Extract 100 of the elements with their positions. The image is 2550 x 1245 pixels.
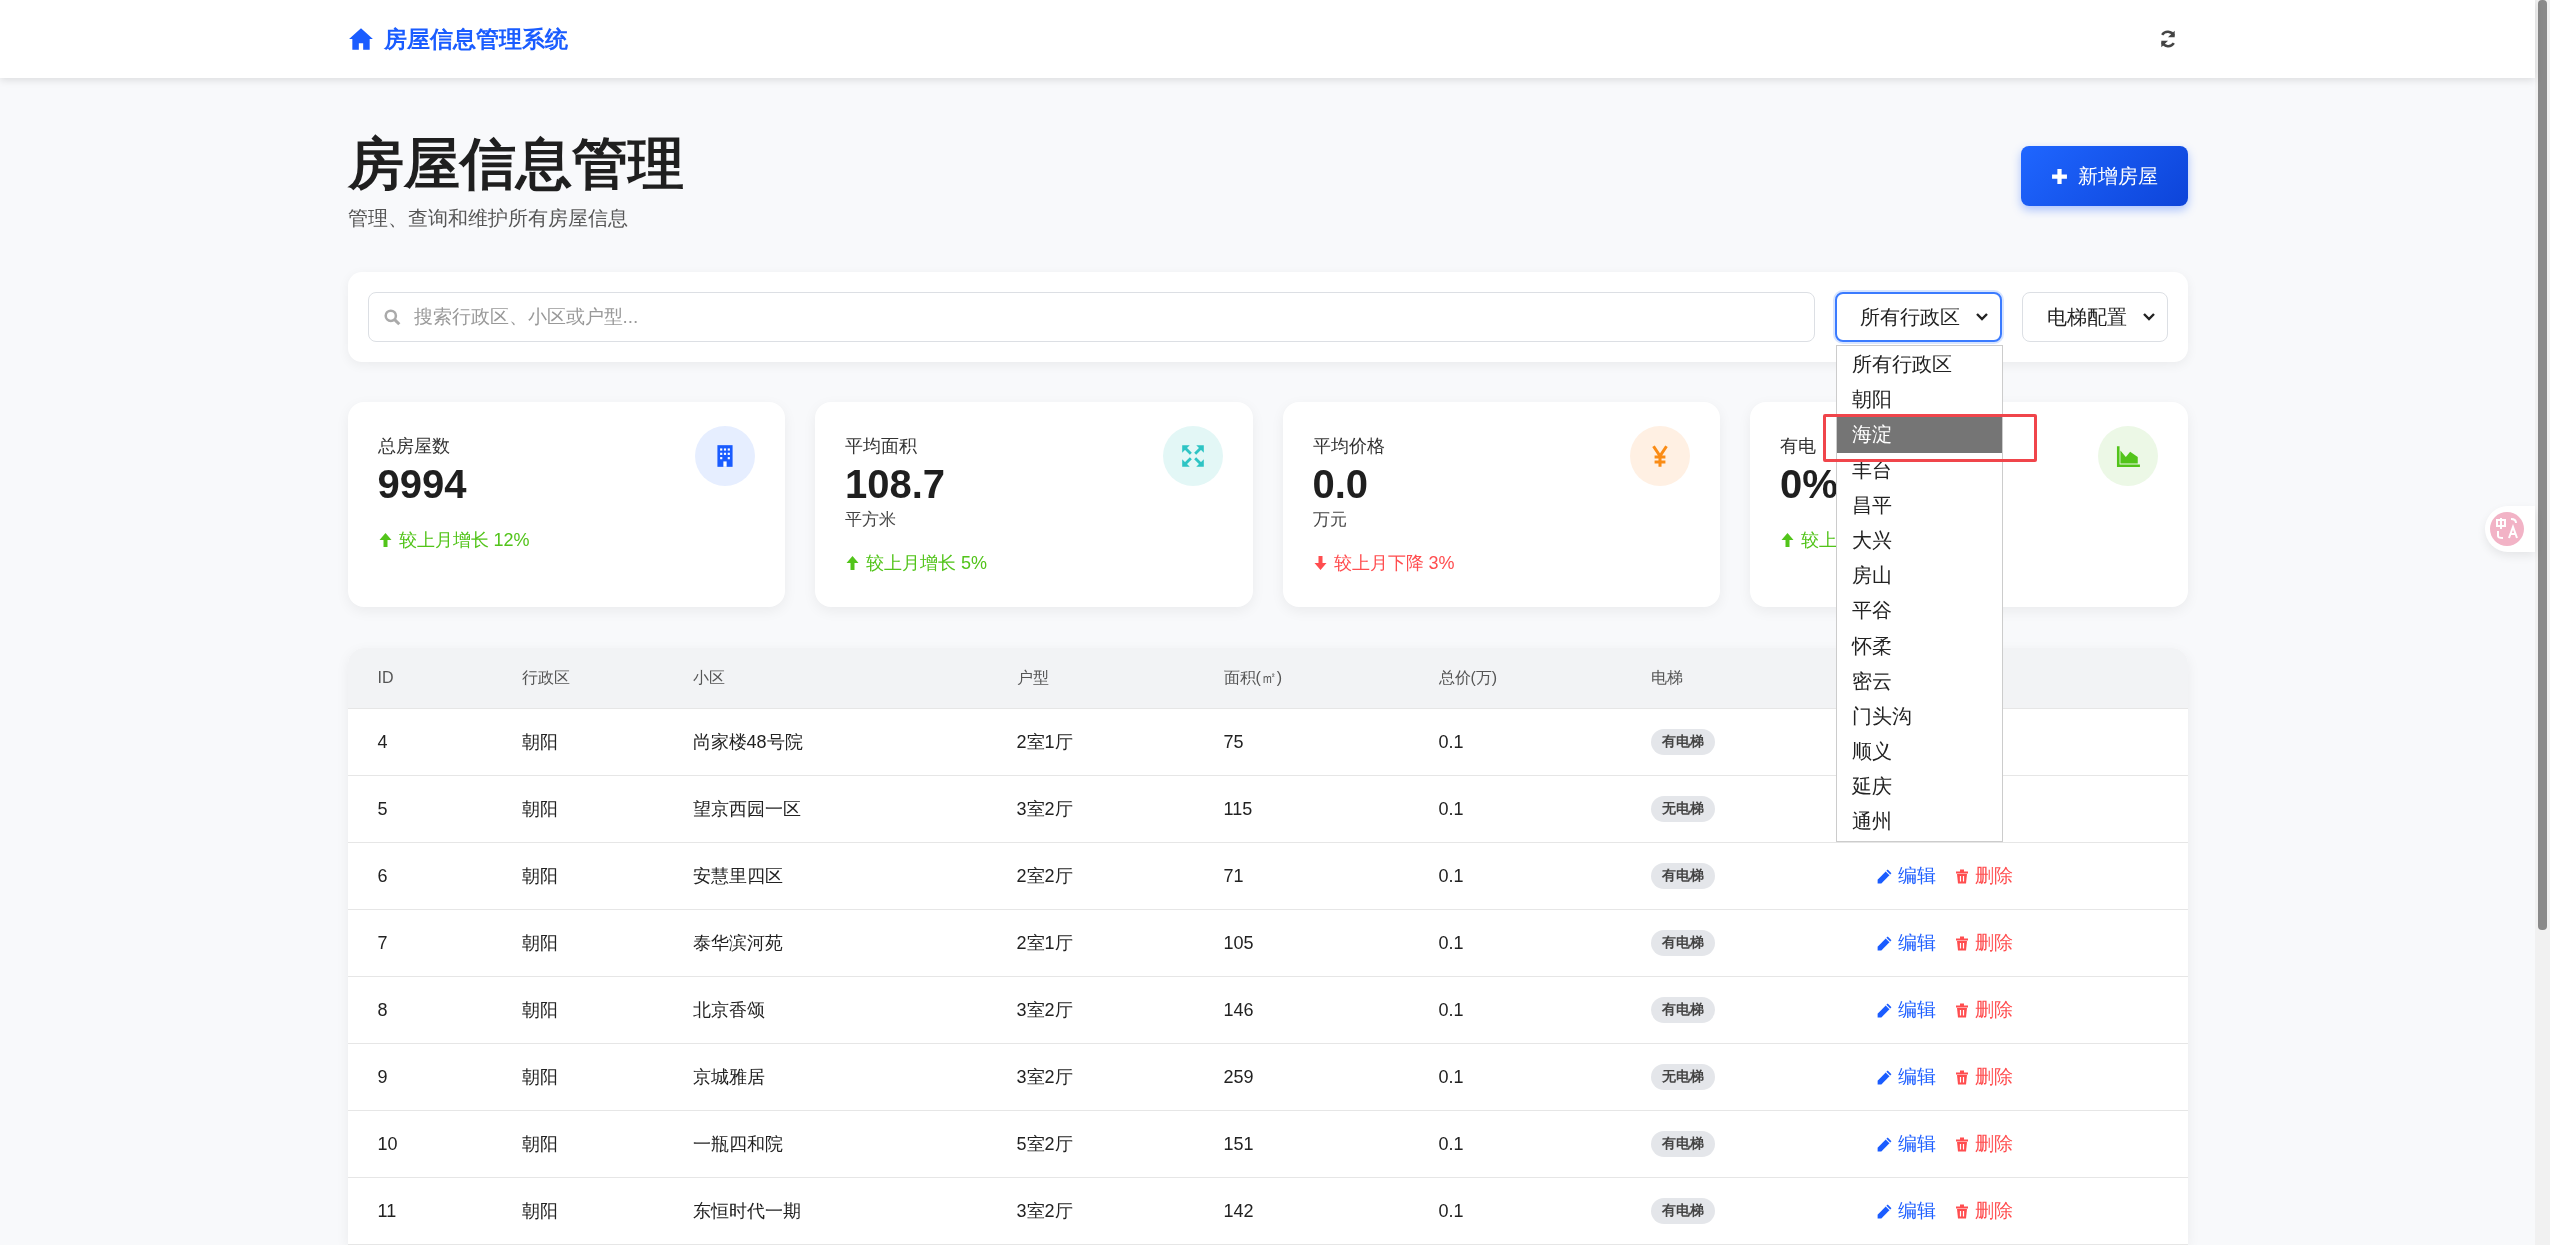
stat-value: 108.7 [845,461,947,508]
column-header: 面积(㎡) [1222,667,1284,688]
trash-icon [1953,1202,1970,1220]
elevator-select[interactable]: 电梯配置 [2021,292,2168,342]
dropdown-option[interactable]: 延庆 [1836,769,2002,805]
pencil-icon [1875,1068,1893,1086]
table-cell-text: 0.1 [1437,1200,1465,1222]
dropdown-option[interactable]: 丰台 [1836,452,2002,488]
search-field[interactable]: 搜索行政区、小区或户型... [367,292,1815,342]
table-cell-text: 75 [1222,731,1245,753]
pencil-icon [1875,1001,1893,1019]
district-select[interactable]: 所有行政区 [1834,292,2002,342]
dropdown-option[interactable]: 朝阳 [1836,382,2002,418]
stat-unit: 平方米 [845,509,897,531]
table-cell-text: 6 [376,865,389,887]
elevator-tag: 有电梯 [1650,729,1715,755]
pencil-icon [1875,1202,1893,1220]
trash-icon [1953,1001,1970,1019]
dropdown-option[interactable]: 海淀 [1836,417,2002,453]
edit-link[interactable]: 编辑 [1875,997,1936,1023]
stat-label: 有电 [1780,435,1817,458]
table-cell-text: 5 [376,798,389,820]
table-cell-text: 东恒时代一期 [691,1200,802,1223]
edit-link[interactable]: 编辑 [1875,930,1936,956]
stat-label: 平均面积 [845,435,918,458]
stat-unit: 万元 [1312,509,1348,531]
add-house-button[interactable]: 新增房屋 [2020,146,2188,206]
elevator-tag: 无电梯 [1650,1064,1715,1090]
table-cell-text: 0.1 [1437,865,1465,887]
table-cell-text: 3室2厅 [1015,999,1074,1022]
column-header: 电梯 [1649,667,1684,688]
table-cell-text: 0.1 [1437,731,1465,753]
elevator-tag: 有电梯 [1650,1131,1715,1157]
table-cell-text: 望京西园一区 [691,798,802,821]
dropdown-option[interactable]: 平谷 [1836,593,2002,629]
elevator-tag: 有电梯 [1650,1198,1715,1224]
pencil-icon [1875,934,1893,952]
chevron-down-icon [2142,313,2155,321]
trend-text: 较上月增长 5% [866,552,988,575]
table-cell-text: 朝阳 [520,865,559,888]
dropdown-option[interactable]: 顺义 [1836,734,2002,770]
edit-link[interactable]: 编辑 [1875,1064,1936,1090]
table-cell-text: 11 [376,1200,398,1222]
table-cell-text: 0.1 [1437,798,1465,820]
dropdown-option[interactable]: 所有行政区 [1836,347,2002,383]
table-cell-text: 朝阳 [520,999,559,1022]
table-cell-text: 2室1厅 [1015,731,1074,754]
table-cell-text: 115 [1222,798,1254,820]
dropdown-option[interactable]: 密云 [1836,663,2002,699]
dropdown-option[interactable]: 通州 [1836,804,2002,840]
brand-link[interactable]: 房屋信息管理系统 [347,23,568,55]
dropdown-option[interactable]: 房山 [1836,558,2002,594]
elevator-tag: 无电梯 [1650,796,1715,822]
elevator-tag: 有电梯 [1650,863,1715,889]
column-header: 行政区 [520,667,571,688]
trend-text: 较上月增长 12% [398,529,530,552]
table-cell-text: 0.1 [1437,932,1465,954]
table-cell-text: 朝阳 [520,731,559,754]
table-cell-text: 2室1厅 [1015,932,1074,955]
dropdown-option[interactable]: 怀柔 [1836,628,2002,664]
stat-label: 平均价格 [1312,435,1386,458]
table-cell-text: 3室2厅 [1015,1200,1074,1223]
table-cell-text: 4 [376,731,389,753]
column-header: 总价(万) [1437,667,1499,688]
table-cell-text: 151 [1222,1133,1255,1155]
table-cell-text: 北京香颂 [691,999,766,1022]
stat-label: 总房屋数 [377,435,451,458]
chevron-down-icon [1975,313,1988,321]
dropdown-option[interactable]: 昌平 [1836,487,2002,523]
scrollbar[interactable] [2535,0,2550,1245]
table-cell-text: 8 [376,999,389,1021]
table-cell-text: 朝阳 [520,932,559,955]
translate-icon [2489,511,2525,547]
edit-link[interactable]: 编辑 [1875,1131,1936,1157]
page-title: 房屋信息管理 [347,131,684,197]
table-cell-text: 3室2厅 [1015,798,1074,821]
table-cell-text: 朝阳 [520,798,559,821]
elevator-tag: 有电梯 [1650,930,1715,956]
stat-value: 0.0 [1312,461,1370,508]
trash-icon [1953,867,1970,885]
stat-value: 0% [1780,461,1838,508]
table-cell-text: 105 [1222,932,1255,954]
table-cell-text: 142 [1222,1200,1255,1222]
table-cell-text: 259 [1222,1066,1255,1088]
edit-link[interactable]: 编辑 [1875,863,1936,889]
table-cell-text: 安慧里四区 [691,865,784,888]
translate-button[interactable] [2485,506,2535,552]
scrollbar-thumb[interactable] [2538,0,2547,930]
table-cell-text: 尚家楼48号院 [691,731,804,754]
stat-value: 9994 [377,461,468,508]
trash-icon [1953,1135,1970,1153]
table-cell-text: 7 [376,932,389,954]
table-cell-text: 朝阳 [520,1200,559,1223]
table-cell-text: 10 [376,1133,399,1155]
plus-icon [2050,167,2068,185]
edit-link[interactable]: 编辑 [1875,1198,1936,1224]
column-header: ID [376,669,395,687]
dropdown-option[interactable]: 大兴 [1836,522,2002,559]
dropdown-option[interactable]: 门头沟 [1836,698,2002,735]
table-cell-text: 0.1 [1437,1133,1465,1155]
